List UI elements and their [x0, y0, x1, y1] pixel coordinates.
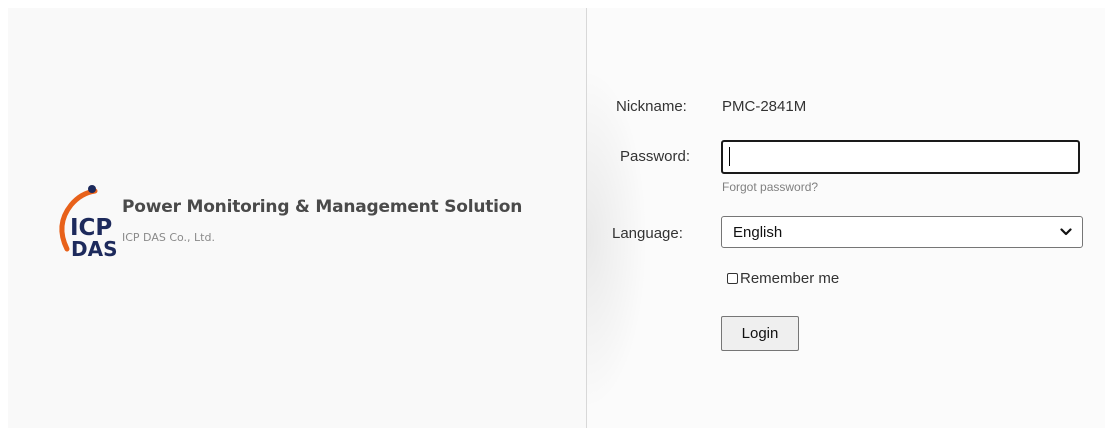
pane-divider: [586, 8, 587, 428]
password-input[interactable]: [721, 140, 1080, 174]
chevron-down-icon: [1060, 228, 1072, 236]
nickname-label: Nickname:: [616, 98, 687, 115]
icp-das-logo-icon: ICP DAS: [59, 185, 117, 259]
remember-me-checkbox[interactable]: [727, 272, 738, 284]
brand-title: Power Monitoring & Management Solution: [122, 197, 523, 217]
brand-subtitle: ICP DAS Co., Ltd.: [122, 231, 215, 244]
text-caret: [729, 147, 730, 166]
language-selected-value: English: [733, 224, 783, 241]
remember-me-label[interactable]: Remember me: [740, 270, 839, 287]
remember-me-row[interactable]: Remember me: [727, 268, 839, 288]
forgot-password-link[interactable]: Forgot password?: [722, 180, 818, 194]
language-select[interactable]: English: [721, 216, 1083, 248]
nickname-value: PMC-2841M: [722, 98, 807, 115]
password-label: Password:: [620, 148, 691, 165]
logo-text-bottom: DAS: [71, 237, 117, 259]
language-label: Language:: [612, 225, 683, 242]
login-button[interactable]: Login: [721, 316, 799, 351]
pane-shadow: [587, 8, 667, 428]
